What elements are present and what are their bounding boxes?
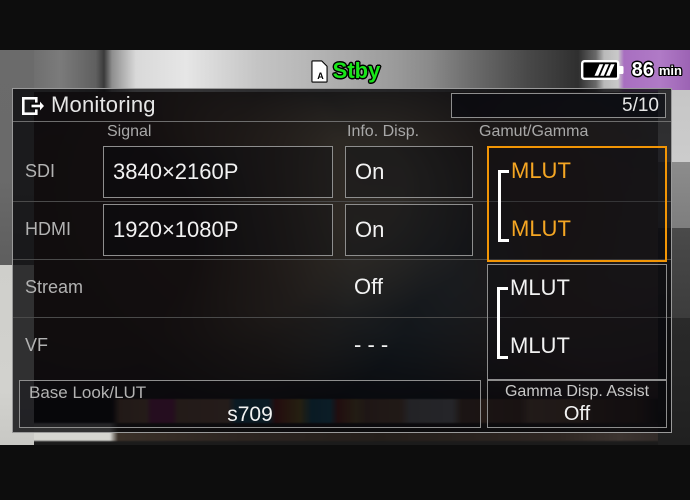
hdmi-gamut-gamma-value: MLUT [511, 216, 571, 241]
camera-screen: A Stby 86 min Monitoring 5/10 Signal Inf… [0, 0, 690, 500]
gamma-disp-assist-label: Gamma Disp. Assist [504, 383, 650, 400]
row-label-hdmi: HDMI [25, 219, 71, 239]
gamut-gamma-group-sdi-hdmi[interactable]: MLUT MLUT [487, 146, 667, 262]
battery-status-group: 86 min [580, 58, 682, 82]
hdmi-signal-value[interactable]: 1920×1080P [103, 204, 333, 256]
row-label-stream: Stream [25, 277, 84, 297]
stream-info-disp-value[interactable]: Off [345, 262, 473, 314]
gamut-gamma-group-stream-vf[interactable]: MLUT MLUT [487, 264, 667, 380]
base-look-lut-value: s709 [227, 403, 273, 426]
column-headers: Signal Info. Disp. Gamut/Gamma [13, 122, 671, 144]
exit-arrow-icon[interactable] [21, 96, 44, 120]
hdmi-info-disp-value[interactable]: On [345, 204, 473, 256]
sd-card-a-icon: A [310, 59, 329, 83]
monitoring-table: SDI 3840×2160P On HDMI 1920×1080P On Str… [13, 144, 671, 380]
base-look-lut-item[interactable]: Base Look/LUT s709 [19, 380, 481, 428]
monitoring-menu-panel: Monitoring 5/10 Signal Info. Disp. Gamut… [12, 88, 672, 433]
bottom-settings-strip: Base Look/LUT s709 Gamma Disp. Assist Of… [13, 378, 671, 432]
status-bar: A Stby 86 min [0, 50, 690, 90]
base-look-lut-label: Base Look/LUT [29, 383, 147, 402]
sdi-signal-value[interactable]: 3840×2160P [103, 146, 333, 198]
battery-icon [580, 58, 625, 82]
column-header-signal: Signal [107, 123, 152, 140]
sdi-info-disp-value[interactable]: On [345, 146, 473, 198]
svg-text:A: A [317, 71, 324, 81]
recording-status-text: Stby [332, 58, 381, 83]
sdi-gamut-gamma-value: MLUT [511, 158, 571, 183]
menu-title-row: Monitoring 5/10 [13, 89, 671, 122]
row-label-sdi: SDI [25, 161, 56, 181]
row-label-vf: VF [25, 335, 49, 355]
column-header-gamut-gamma: Gamut/Gamma [479, 123, 589, 140]
page-indicator[interactable]: 5/10 [451, 93, 666, 118]
page-title: Monitoring [51, 92, 156, 117]
gamma-disp-assist-item[interactable]: Gamma Disp. Assist Off [487, 380, 667, 428]
battery-minutes-value: 86 [631, 58, 654, 81]
group-bracket-icon [497, 287, 508, 359]
battery-minutes-unit: min [658, 62, 682, 78]
group-bracket-icon [498, 170, 509, 242]
gamma-disp-assist-value: Off [563, 403, 591, 425]
stream-gamut-gamma-value: MLUT [510, 275, 570, 300]
vf-gamut-gamma-value: MLUT [510, 333, 570, 358]
column-header-info-disp: Info. Disp. [347, 123, 420, 140]
vf-info-disp-value[interactable]: - - - [345, 320, 473, 372]
